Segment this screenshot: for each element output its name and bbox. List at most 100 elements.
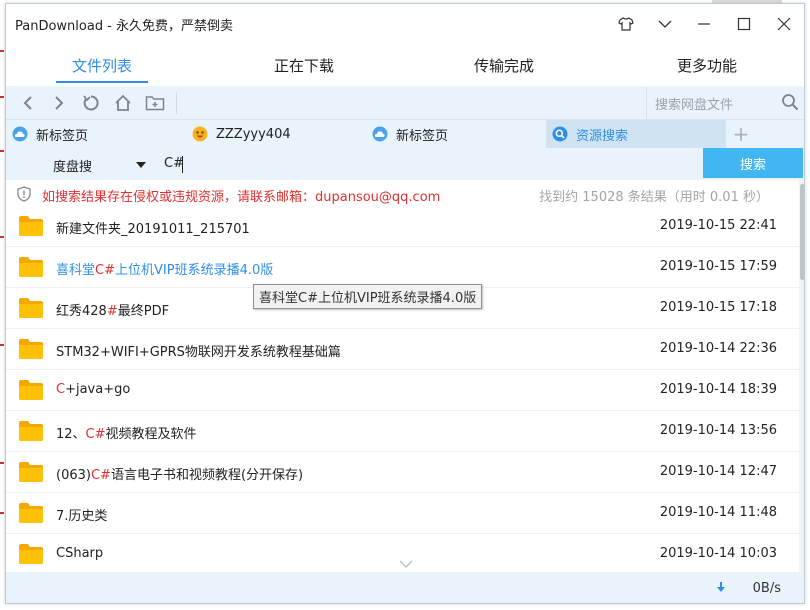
forward-arrow-icon — [55, 96, 64, 110]
result-count: 找到约 15028 条结果（用时 0.01 秒） — [539, 190, 769, 205]
browser-tab-user[interactable]: ZZZyyy404 — [186, 120, 366, 148]
filename-text: 最终PDF — [117, 304, 170, 319]
result-filename[interactable]: 红秀428#最终PDF — [56, 300, 169, 319]
chevron-down-icon — [658, 20, 672, 28]
shirt-skin-icon — [618, 17, 634, 31]
new-folder-icon — [145, 96, 165, 111]
filename-text: 7.历史类 — [56, 509, 108, 524]
load-more-chevron-icon[interactable] — [398, 558, 414, 573]
folder-icon — [18, 543, 44, 569]
result-filename[interactable]: 7.历史类 — [56, 505, 107, 524]
search-engine-select[interactable]: 度盘搜 — [53, 156, 92, 175]
home-icon — [115, 94, 131, 111]
result-date: 2019-10-14 10:03 — [659, 546, 777, 561]
add-tab-button[interactable]: + — [728, 120, 754, 148]
scrollbar[interactable] — [799, 180, 804, 572]
download-arrow-icon — [716, 581, 726, 598]
result-date: 2019-10-14 13:56 — [659, 423, 777, 438]
result-row[interactable]: 12、C#视频教程及软件 2019-10-14 13:56 — [6, 411, 799, 452]
result-row[interactable]: STM32+WIFI+GPRS物联网开发系统教程基础篇 2019-10-14 22… — [6, 329, 799, 370]
folder-icon — [18, 379, 44, 405]
result-row[interactable]: 7.历史类 2019-10-14 11:48 — [6, 493, 799, 534]
result-date: 2019-10-15 22:41 — [659, 218, 777, 233]
menu-dropdown-button[interactable] — [647, 10, 683, 38]
filename-text: 喜科堂 — [56, 263, 96, 278]
back-button[interactable] — [15, 90, 41, 116]
folder-icon — [18, 256, 44, 282]
skin-button[interactable] — [608, 10, 644, 38]
result-filename[interactable]: 新建文件夹_20191011_215701 — [56, 218, 250, 237]
disk-search-button[interactable] — [781, 93, 799, 115]
result-date: 2019-10-14 18:39 — [659, 382, 777, 397]
tab-downloading[interactable]: 正在下载 — [258, 44, 350, 86]
toolbar: 搜索网盘文件 — [6, 86, 804, 119]
result-row[interactable]: 喜科堂C#上位机VIP班系统录播4.0版 2019-10-15 17:59 — [6, 247, 799, 288]
emoji-avatar-icon — [192, 126, 208, 142]
filename-tooltip: 喜科堂C#上位机VIP班系统录播4.0版 — [253, 284, 483, 309]
result-date: 2019-10-15 17:59 — [659, 259, 777, 274]
result-filename[interactable]: 喜科堂C#上位机VIP班系统录播4.0版 — [56, 259, 273, 278]
folder-icon — [18, 461, 44, 487]
disk-search-placeholder: 搜索网盘文件 — [655, 98, 734, 113]
plus-icon: + — [732, 122, 750, 146]
result-date: 2019-10-14 12:47 — [659, 464, 777, 479]
tab-file-list[interactable]: 文件列表 — [56, 44, 148, 86]
filename-text: 新建文件夹_20191011_215701 — [56, 222, 250, 237]
folder-icon — [18, 215, 44, 241]
browser-tab-new-2[interactable]: 新标签页 — [366, 120, 546, 148]
filename-text: 视频教程及软件 — [105, 427, 197, 442]
filename-text: 语言电子书和视频教程(分开保存) — [110, 468, 304, 483]
search-icon — [552, 126, 568, 142]
pandownload-window: PanDownload - 永久免费，严禁倒卖 文件列表 正在下载 传输完成 更… — [5, 3, 805, 604]
tab-more-features[interactable]: 更多功能 — [661, 44, 753, 86]
shield-icon — [17, 186, 31, 206]
result-row[interactable]: (063)C#语言电子书和视频教程(分开保存) 2019-10-14 12:47 — [6, 452, 799, 493]
copyright-notice: 如搜索结果存在侵权或违规资源，请联系邮箱：dupansou@qq.com — [42, 190, 441, 205]
scrollbar-thumb[interactable] — [800, 184, 804, 280]
search-button[interactable]: 搜索 — [703, 148, 803, 178]
tab-completed[interactable]: 传输完成 — [458, 44, 550, 86]
new-folder-button[interactable] — [142, 90, 168, 116]
close-button[interactable] — [766, 10, 802, 38]
refresh-button[interactable] — [78, 90, 104, 116]
browser-tab-label: 新标签页 — [396, 128, 449, 144]
result-filename[interactable]: CSharp — [56, 546, 103, 561]
forward-button[interactable] — [46, 90, 72, 116]
result-filename[interactable]: 12、C#视频教程及软件 — [56, 423, 197, 442]
filename-text: 红秀428 — [56, 304, 107, 319]
home-button[interactable] — [110, 90, 136, 116]
folder-icon — [18, 502, 44, 528]
folder-icon — [18, 420, 44, 446]
folder-icon — [18, 338, 44, 364]
result-row[interactable]: C+java+go 2019-10-14 18:39 — [6, 370, 799, 411]
minimize-button[interactable] — [686, 10, 722, 38]
title-bar: PanDownload - 永久免费，严禁倒卖 — [6, 4, 804, 44]
resource-search-bar: 度盘搜 C# 搜索 — [6, 148, 804, 180]
maximize-button[interactable] — [726, 10, 762, 38]
filename-text: STM32+WIFI+GPRS物联网开发系统教程基础篇 — [56, 345, 341, 360]
browser-tab-label: 资源搜索 — [576, 128, 629, 144]
filename-text: 12、 — [56, 427, 86, 442]
keyword-highlight: # — [106, 304, 118, 319]
folder-icon — [18, 297, 44, 323]
search-notice: 如搜索结果存在侵权或违规资源，请联系邮箱：dupansou@qq.com 找到约… — [6, 180, 799, 206]
result-filename[interactable]: C+java+go — [56, 382, 130, 397]
disk-search-box[interactable]: 搜索网盘文件 — [646, 87, 804, 119]
text-cursor — [182, 156, 183, 173]
filename-text: +java+go — [65, 382, 131, 397]
result-filename[interactable]: STM32+WIFI+GPRS物联网开发系统教程基础篇 — [56, 341, 341, 360]
caret-down-icon[interactable] — [136, 162, 146, 168]
browser-tab-resource-search[interactable]: 资源搜索 — [546, 120, 726, 148]
result-filename[interactable]: (063)C#语言电子书和视频教程(分开保存) — [56, 464, 303, 483]
browser-tab-label: ZZZyyy404 — [216, 126, 291, 142]
cloud-icon — [12, 126, 28, 142]
keyword-highlight: C# — [90, 468, 111, 483]
result-date: 2019-10-15 17:18 — [659, 300, 777, 315]
result-date: 2019-10-14 22:36 — [659, 341, 777, 356]
toolbar-divider — [176, 92, 177, 114]
filename-text: CSharp — [56, 546, 104, 561]
result-row[interactable]: 新建文件夹_20191011_215701 2019-10-15 22:41 — [6, 206, 799, 247]
browser-tab-new-1[interactable]: 新标签页 — [6, 120, 186, 148]
browser-tab-label: 新标签页 — [36, 128, 89, 144]
search-query-input[interactable]: C# — [164, 156, 184, 171]
